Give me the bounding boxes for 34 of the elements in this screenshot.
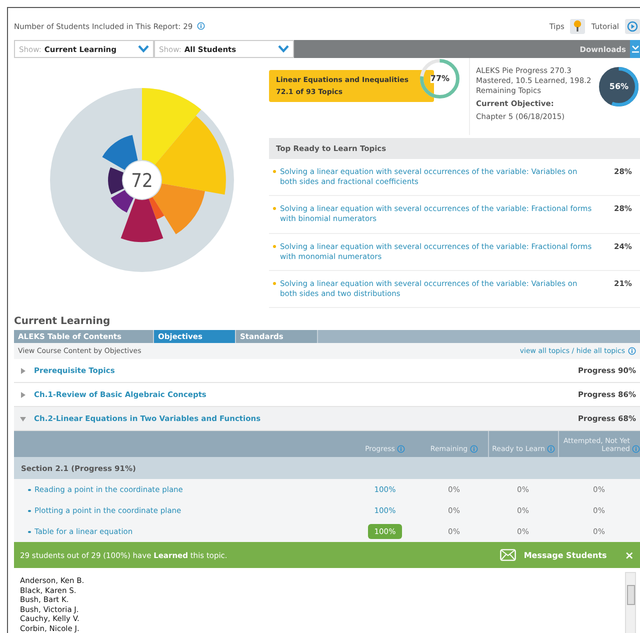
bullet-icon [28, 510, 30, 512]
pie-slice[interactable] [120, 198, 163, 242]
info-icon[interactable] [632, 445, 640, 453]
section-title: Current Learning [14, 316, 112, 327]
pie-slice[interactable] [108, 167, 124, 194]
progress-reading: 56% [609, 83, 629, 91]
info-icon[interactable] [196, 22, 205, 30]
envelope-icon [500, 549, 516, 561]
message-students-button[interactable]: Message Students [494, 548, 613, 562]
bullet-icon [28, 530, 30, 534]
pie-center-number: 72 [130, 170, 152, 192]
caret-right-icon[interactable] [20, 368, 26, 374]
play-icon[interactable] [625, 18, 640, 34]
info-icon[interactable] [396, 445, 405, 453]
info-icon[interactable] [470, 445, 478, 453]
info-icon[interactable] [628, 347, 636, 355]
pie-center [122, 161, 160, 199]
lightbulb-icon[interactable] [570, 18, 586, 34]
bullet-icon [273, 170, 276, 173]
bullet-icon [273, 244, 276, 248]
progress-reading: 77% [430, 75, 450, 83]
chevron-down-icon [138, 45, 149, 53]
bullet-icon [273, 207, 276, 210]
download-icon[interactable] [630, 40, 640, 58]
info-icon[interactable] [546, 445, 555, 453]
caret-right-icon[interactable] [20, 392, 26, 398]
caret-down-icon[interactable] [20, 416, 26, 422]
scrollbar[interactable] [625, 572, 636, 633]
close-button[interactable]: × [624, 548, 634, 562]
chevron-down-icon [278, 45, 289, 53]
bullet-icon [28, 488, 30, 492]
pie-slice[interactable] [110, 190, 133, 213]
bullet-icon [273, 282, 276, 285]
pie-slice[interactable] [152, 184, 204, 234]
